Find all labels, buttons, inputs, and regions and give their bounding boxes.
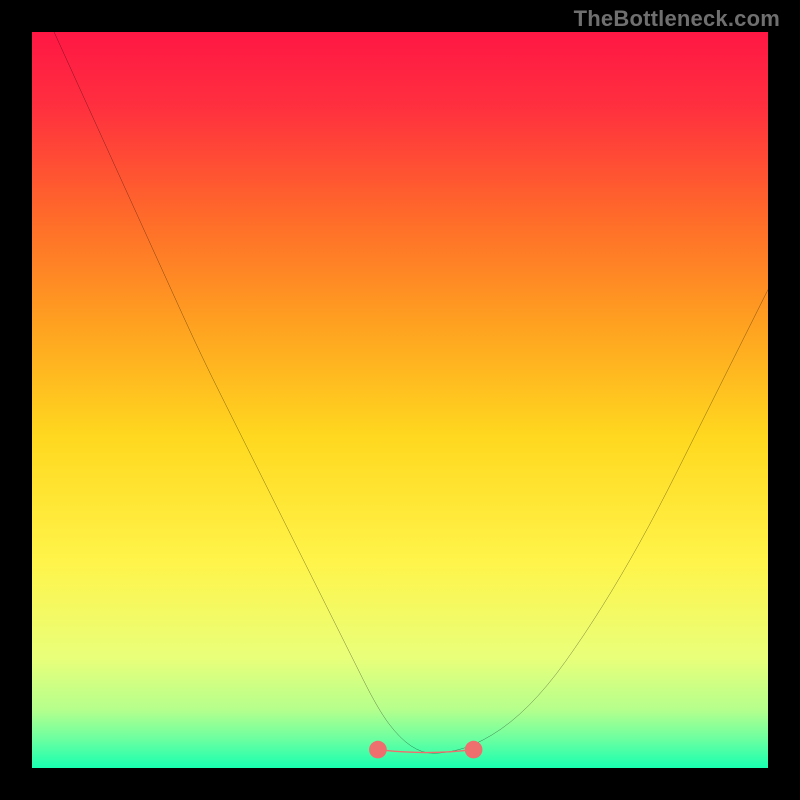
plot-area <box>32 32 768 768</box>
bottleneck-curve <box>54 32 768 753</box>
watermark-text: TheBottleneck.com <box>574 6 780 32</box>
optimal-range-highlight <box>369 741 482 759</box>
chart-frame: TheBottleneck.com <box>0 0 800 800</box>
curve-layer <box>32 32 768 768</box>
